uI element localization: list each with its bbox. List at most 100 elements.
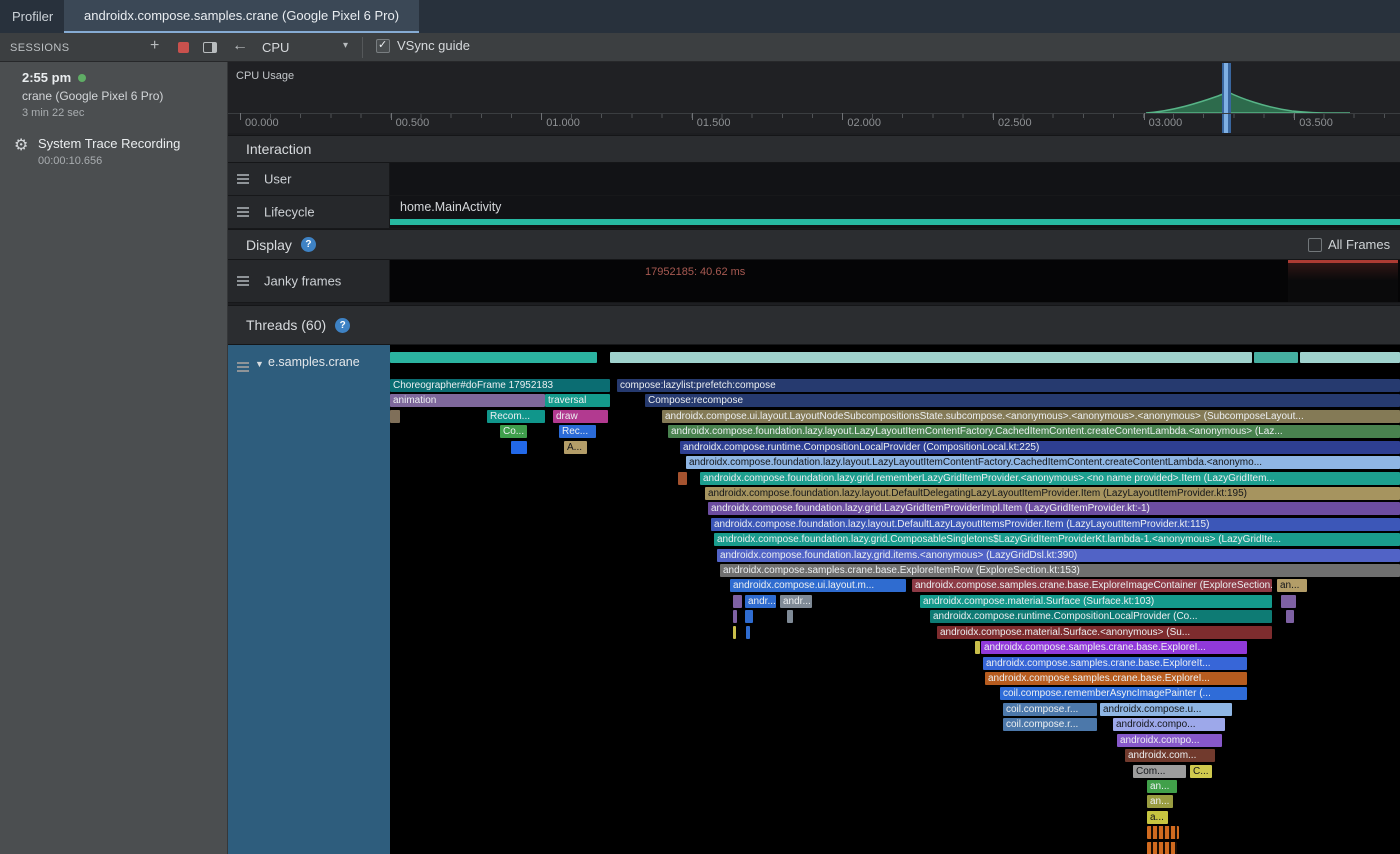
drag-handle-icon[interactable] [237,207,249,217]
timeline-tick [993,113,994,120]
flame-span[interactable]: androidx.compose.runtime.CompositionLoca… [680,441,1400,454]
timeline-tick-label: 00.000 [245,117,279,129]
flame-span[interactable] [745,610,753,623]
flame-span[interactable]: androidx.compo... [1117,734,1222,747]
flame-span[interactable]: Compose:recompose [645,394,1400,407]
flame-span[interactable] [1147,842,1177,854]
flame-span[interactable]: coil.compose.r... [1003,718,1097,731]
flame-span[interactable] [511,441,527,454]
janky-frame-bar[interactable] [1288,260,1398,302]
drag-handle-icon[interactable] [237,174,249,184]
top-bar: Profiler androidx.compose.samples.crane … [0,0,1400,33]
flame-span[interactable]: an... [1147,780,1177,793]
flame-span[interactable] [733,610,737,623]
flame-span[interactable]: draw [553,410,608,423]
flame-span[interactable]: an... [1147,795,1173,808]
flame-span[interactable] [787,610,793,623]
user-track-area[interactable] [390,163,1400,196]
flame-span[interactable] [1254,352,1298,363]
flame-span[interactable] [1281,595,1296,608]
collapse-panel-icon[interactable] [203,42,217,53]
add-session-icon[interactable]: + [150,37,159,55]
flame-span[interactable] [733,595,742,608]
flame-span[interactable] [610,352,1252,363]
help-icon[interactable]: ? [301,237,316,252]
flame-span[interactable]: androidx.compose.foundation.lazy.grid.La… [708,502,1400,515]
flame-span[interactable]: androidx.compose.material.Surface.<anony… [937,626,1272,639]
flame-span[interactable]: androidx.compose.ui.layout.LayoutNodeSub… [662,410,1400,423]
flame-span[interactable]: Rec... [559,425,596,438]
flame-span[interactable] [678,472,687,485]
flame-span[interactable] [390,352,597,363]
drag-handle-icon[interactable] [237,276,249,286]
lifecycle-track-label[interactable]: Lifecycle [228,196,390,229]
flame-span[interactable]: Co... [500,425,527,438]
session-tab[interactable]: androidx.compose.samples.crane (Google P… [64,0,419,33]
flame-span[interactable]: androidx.com... [1125,749,1215,762]
session-entry[interactable]: 2:55 pm crane (Google Pixel 6 Pro) 3 min… [0,62,228,128]
flame-span[interactable]: an... [1277,579,1307,592]
lifecycle-track-area[interactable]: home.MainActivity [390,196,1400,229]
recording-entry[interactable]: ⚙ System Trace Recording 00:00:10.656 [0,130,228,176]
flame-span[interactable] [1300,352,1400,363]
flame-span[interactable]: compose:lazylist:prefetch:compose [617,379,1400,392]
flame-span[interactable]: androidx.compose.foundation.lazy.grid.Co… [714,533,1400,546]
flame-span[interactable]: coil.compose.rememberAsyncImagePainter (… [1000,687,1247,700]
flame-span[interactable]: androidx.compose.foundation.lazy.grid.it… [717,549,1400,562]
chevron-down-icon: ▾ [343,40,348,51]
flame-span[interactable]: androidx.compose.u... [1100,703,1232,716]
flame-span[interactable]: androidx.compose.ui.layout.m... [730,579,906,592]
flame-span[interactable]: androidx.compose.samples.crane.base.Expl… [981,641,1247,654]
chevron-expand-icon[interactable]: ▼ [255,359,264,369]
vsync-checkbox[interactable]: ✓ [376,39,390,53]
profiler-type-dropdown[interactable]: CPU ▾ [262,38,356,57]
flame-span[interactable]: androidx.compose.foundation.lazy.layout.… [668,425,1400,438]
flame-span[interactable]: andr... [780,595,812,608]
thread-row-selected[interactable]: ▼ e.samples.crane [228,345,390,854]
flame-span[interactable]: androidx.compose.samples.crane.base.Expl… [983,657,1247,670]
janky-frames-row: Janky frames 17952185: 40.62 ms [228,260,1400,303]
stop-recording-icon[interactable] [178,42,189,53]
flame-span[interactable] [746,626,750,639]
flame-span[interactable]: A... [564,441,587,454]
user-track-label[interactable]: User [228,163,390,196]
flame-span[interactable]: coil.compose.r... [1003,703,1097,716]
flame-chart[interactable]: Choreographer#doFrame 17952183 compose:la… [390,345,1400,854]
janky-frames-track[interactable]: 17952185: 40.62 ms [390,260,1400,303]
flame-span[interactable]: androidx.compose.foundation.lazy.grid.re… [700,472,1400,485]
vsync-guide-toggle[interactable]: ✓ VSync guide [376,38,470,53]
flame-span[interactable]: androidx.compose.foundation.lazy.layout.… [711,518,1400,531]
flame-span[interactable]: androidx.compose.samples.crane.base.Expl… [985,672,1247,685]
flame-span[interactable]: androidx.compose.material.Surface (Surfa… [920,595,1272,608]
flame-span[interactable]: Com... [1133,765,1186,778]
flame-span[interactable]: animation [390,394,545,407]
drag-handle-icon[interactable] [237,362,249,372]
flame-span[interactable] [975,641,980,654]
flame-span[interactable]: androidx.compose.foundation.lazy.layout.… [705,487,1400,500]
all-frames-toggle[interactable]: All Frames [1308,230,1400,259]
cpu-usage-track[interactable]: CPU Usage 00.00000.50001.00001.50002.000… [228,62,1400,133]
flame-span[interactable] [1147,826,1179,839]
flame-span[interactable]: traversal [545,394,610,407]
help-icon[interactable]: ? [335,318,350,333]
flame-span[interactable]: androidx.compose.runtime.CompositionLoca… [930,610,1272,623]
flame-span[interactable] [733,626,736,639]
flame-span[interactable]: androidx.compose.samples.crane.base.Expl… [912,579,1272,592]
flame-span[interactable]: androidx.compose.samples.crane.base.Expl… [720,564,1400,577]
flame-span[interactable]: C... [1190,765,1212,778]
user-track-name: User [264,172,291,187]
live-session-dot [78,74,86,82]
flame-span[interactable]: a... [1147,811,1168,824]
janky-frames-label-cell[interactable]: Janky frames [228,260,390,303]
flame-span[interactable] [390,410,400,423]
all-frames-checkbox[interactable] [1308,238,1322,252]
flame-span[interactable] [1286,610,1294,623]
session-time-text: 2:55 pm [22,70,71,85]
flame-span[interactable]: androidx.compo... [1113,718,1225,731]
lifecycle-event-bar[interactable] [390,219,1400,225]
flame-span[interactable]: andr... [745,595,776,608]
flame-span[interactable]: Choreographer#doFrame 17952183 [390,379,610,392]
back-arrow-icon[interactable]: ← [232,37,248,55]
flame-span[interactable]: androidx.compose.foundation.lazy.layout.… [686,456,1400,469]
flame-span[interactable]: Recom... [487,410,545,423]
